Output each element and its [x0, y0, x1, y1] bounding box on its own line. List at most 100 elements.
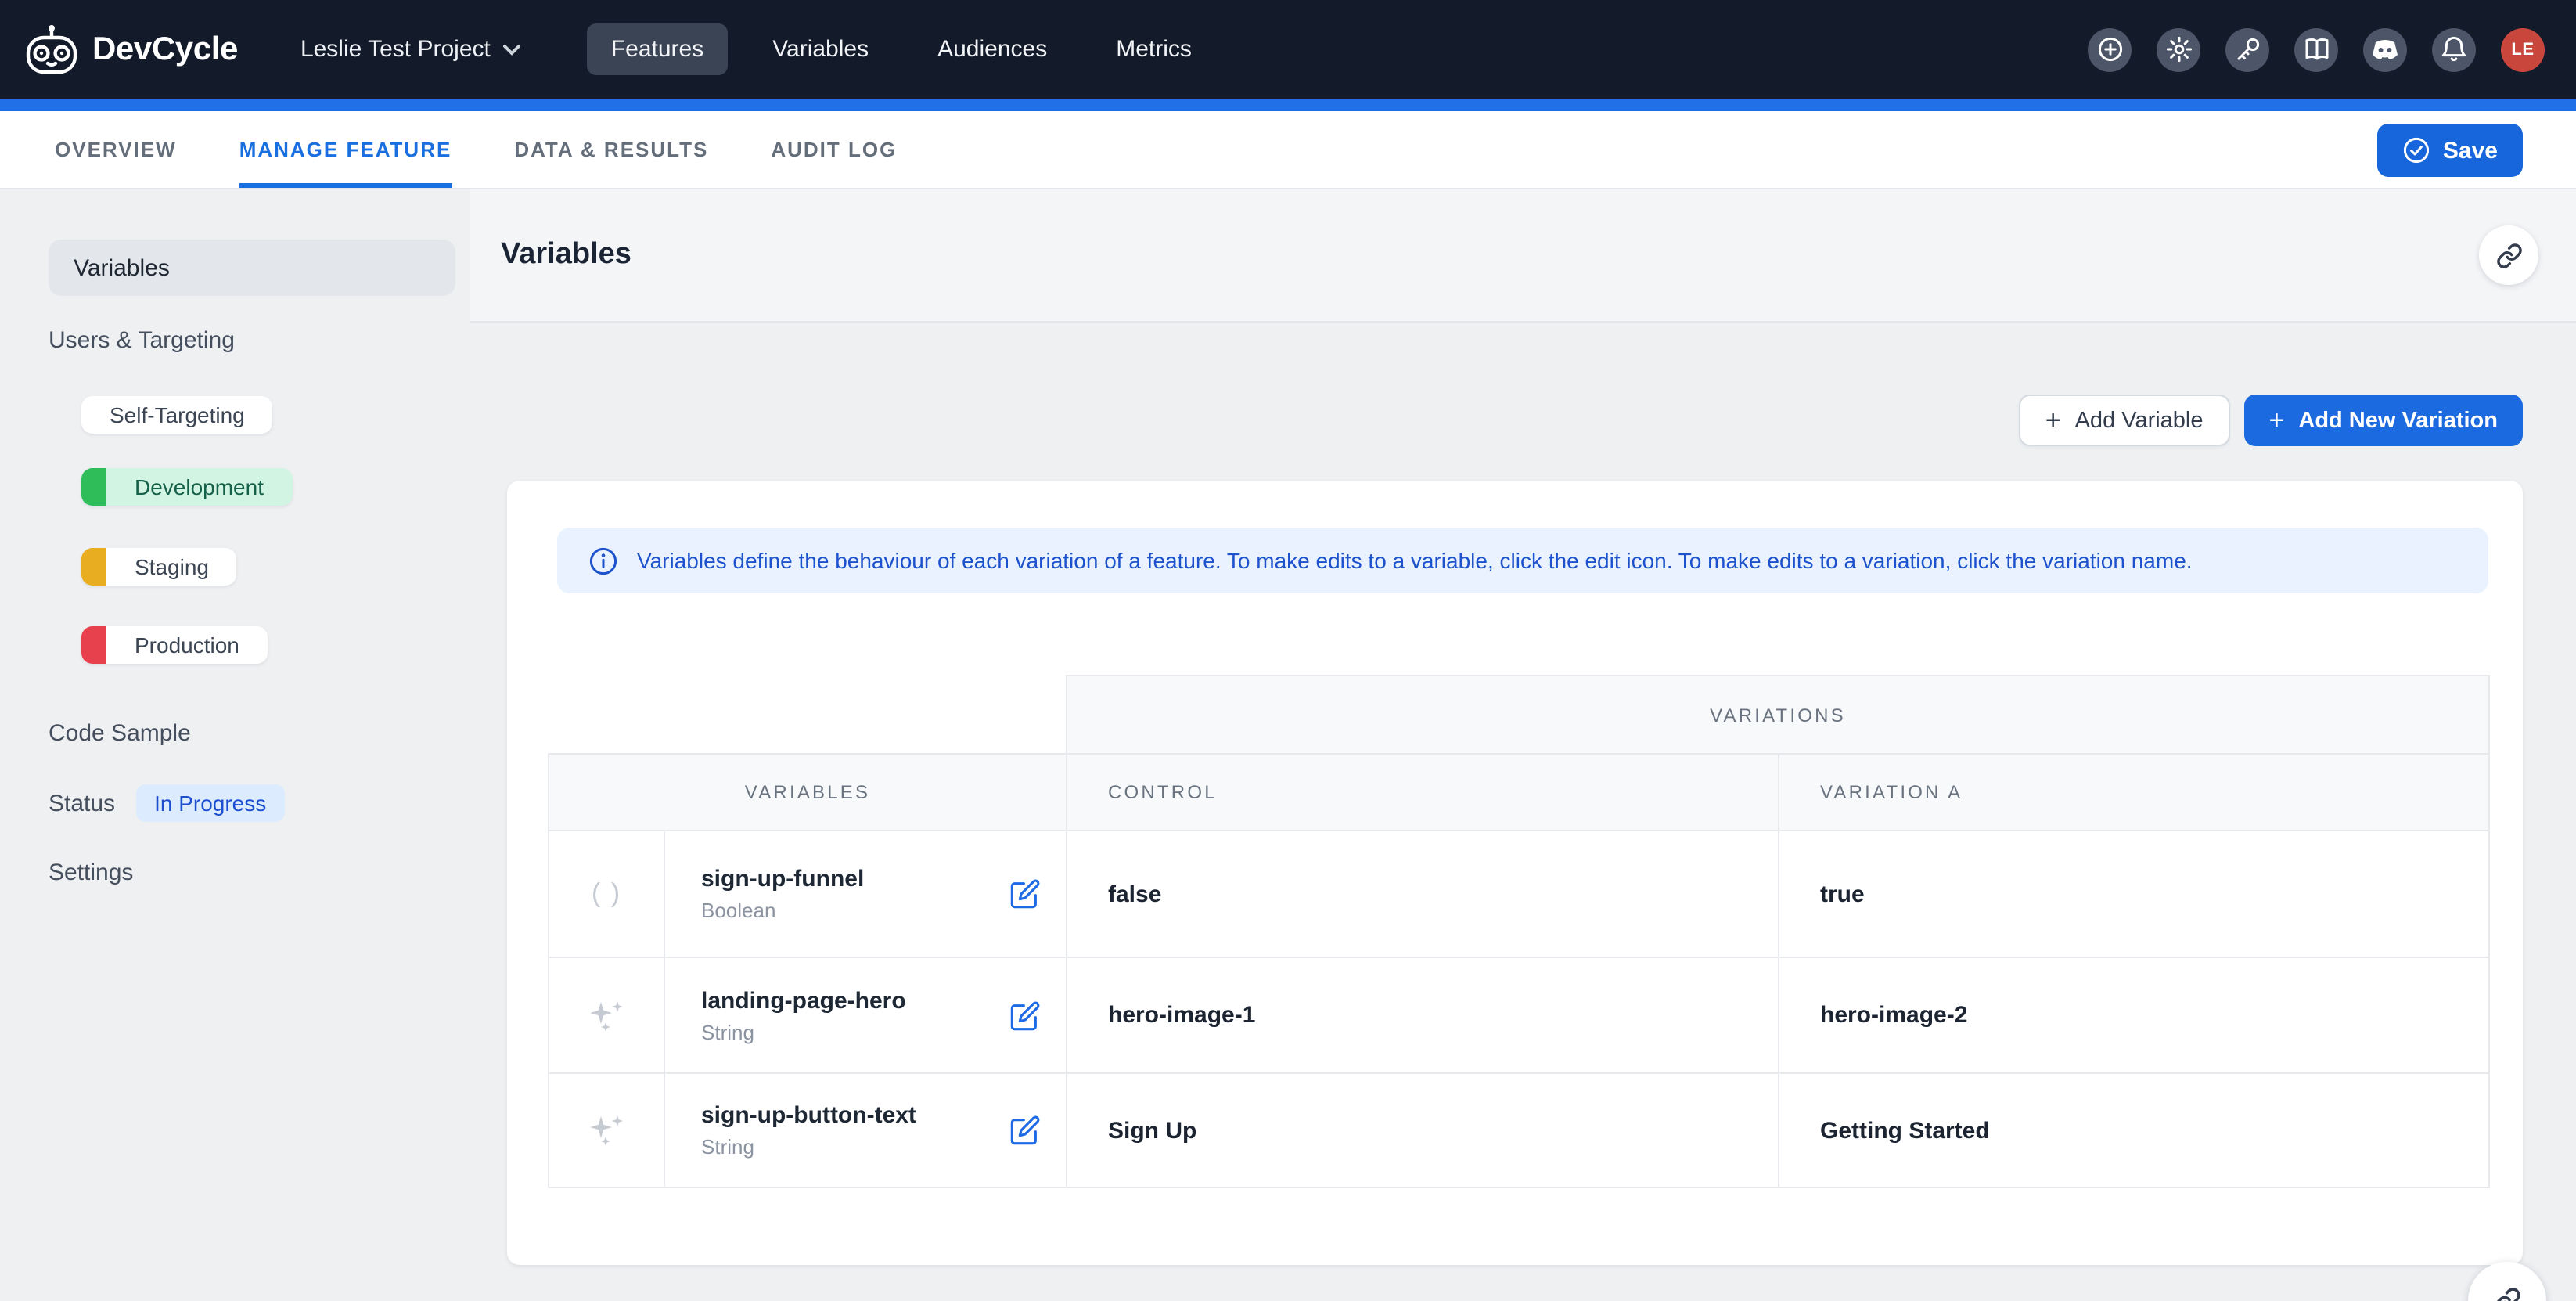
- variation-a-value[interactable]: true: [1778, 831, 2490, 957]
- status-row: Status In Progress: [49, 784, 470, 822]
- info-icon: [588, 546, 618, 575]
- plus-circle-icon: [2096, 36, 2123, 63]
- control-value[interactable]: hero-image-1: [1066, 958, 1778, 1072]
- edit-variable-button[interactable]: [1003, 872, 1047, 916]
- discord-button[interactable]: [2363, 27, 2407, 71]
- edit-pencil-icon: [1009, 1000, 1041, 1031]
- nav-item-audiences[interactable]: Audiences: [914, 23, 1070, 75]
- string-type-icon: [548, 958, 664, 1072]
- edit-pencil-icon: [1009, 878, 1041, 910]
- nav-item-variables[interactable]: Variables: [749, 23, 892, 75]
- devcycle-app: DevCycle Leslie Test Project Features Va…: [0, 0, 2576, 1301]
- string-type-icon: [548, 1074, 664, 1187]
- variations-header-row: VARIATIONS: [548, 675, 2490, 753]
- edit-variable-button[interactable]: [1003, 993, 1047, 1037]
- content-area: Variables Users & Targeting Self-Targeti…: [0, 189, 2576, 1301]
- status-badge[interactable]: In Progress: [135, 784, 285, 822]
- variations-group-header: VARIATIONS: [1066, 675, 2490, 753]
- sidebar-item-production[interactable]: Production: [81, 626, 268, 664]
- link-icon: [2495, 242, 2522, 268]
- save-button-label: Save: [2443, 137, 2498, 164]
- project-selector[interactable]: Leslie Test Project: [300, 36, 522, 63]
- top-nav: DevCycle Leslie Test Project Features Va…: [0, 0, 2576, 99]
- nav-item-metrics[interactable]: Metrics: [1092, 23, 1215, 75]
- table-row: ( ) sign-up-funnel Boolean false true: [548, 831, 2490, 958]
- copy-section-link-button[interactable]: [2479, 225, 2538, 285]
- robot-logo-icon: [25, 23, 78, 75]
- environment-label: Development: [106, 468, 292, 506]
- tab-data-results[interactable]: DATA & RESULTS: [514, 111, 708, 188]
- sidebar-item-self-targeting[interactable]: Self-Targeting: [81, 396, 273, 434]
- tab-audit-log[interactable]: AUDIT LOG: [771, 111, 897, 188]
- tab-overview[interactable]: OVERVIEW: [55, 111, 177, 188]
- sidebar-item-code-sample[interactable]: Code Sample: [49, 720, 470, 747]
- api-keys-button[interactable]: [2225, 27, 2269, 71]
- add-new-variation-label: Add New Variation: [2298, 408, 2498, 433]
- control-value[interactable]: Sign Up: [1066, 1074, 1778, 1187]
- variable-type: Boolean: [701, 899, 775, 922]
- docs-button[interactable]: [2294, 27, 2338, 71]
- link-icon: [2493, 1287, 2521, 1301]
- create-button[interactable]: [2088, 27, 2132, 71]
- environment-label: Self-Targeting: [81, 396, 273, 434]
- bell-icon: [2441, 36, 2466, 63]
- primary-nav-menu: Features Variables Audiences Metrics: [588, 23, 1215, 75]
- copy-section-link-button-bottom[interactable]: [2468, 1262, 2546, 1301]
- brand-wordmark: DevCycle: [92, 31, 238, 68]
- production-color-bar: [81, 626, 106, 664]
- chevron-down-icon: [503, 43, 522, 56]
- table-row: landing-page-hero String hero-image-1 he…: [548, 958, 2490, 1074]
- sidebar-item-staging[interactable]: Staging: [81, 548, 237, 586]
- add-variable-button[interactable]: + Add Variable: [2019, 395, 2230, 446]
- table-corner-spacer: [548, 675, 1066, 753]
- plus-icon: +: [2045, 407, 2061, 434]
- project-selector-label: Leslie Test Project: [300, 36, 491, 63]
- sidebar-item-settings[interactable]: Settings: [49, 860, 470, 886]
- add-variable-label: Add Variable: [2075, 408, 2204, 433]
- table-row: sign-up-button-text String Sign Up Getti…: [548, 1074, 2490, 1188]
- save-button[interactable]: Save: [2377, 124, 2523, 177]
- add-new-variation-button[interactable]: + Add New Variation: [2244, 395, 2524, 446]
- environment-label: Production: [106, 626, 268, 664]
- variable-name[interactable]: landing-page-hero: [701, 987, 906, 1014]
- variable-name[interactable]: sign-up-button-text: [701, 1102, 916, 1129]
- control-value[interactable]: false: [1066, 831, 1778, 957]
- sidebar-item-development[interactable]: Development: [81, 468, 292, 506]
- feature-tab-bar: OVERVIEW MANAGE FEATURE DATA & RESULTS A…: [0, 111, 2576, 189]
- edit-pencil-icon: [1009, 1115, 1041, 1146]
- devcycle-logo[interactable]: DevCycle: [25, 23, 238, 75]
- main-panel: Variables + Add Variable +: [470, 189, 2576, 1301]
- feature-sidebar: Variables Users & Targeting Self-Targeti…: [0, 189, 470, 1301]
- variable-name[interactable]: sign-up-funnel: [701, 866, 864, 892]
- development-color-bar: [81, 468, 106, 506]
- environment-label: Staging: [106, 548, 237, 586]
- sidebar-item-users-targeting[interactable]: Users & Targeting: [49, 327, 470, 354]
- column-header-row: VARIABLES CONTROL VARIATION A: [548, 753, 2490, 831]
- variable-name-cell: sign-up-button-text String: [664, 1074, 1066, 1187]
- status-label[interactable]: Status: [49, 790, 115, 816]
- tab-manage-feature[interactable]: MANAGE FEATURE: [239, 111, 452, 188]
- accent-progress-bar: [0, 99, 2576, 111]
- page-title: Variables: [501, 238, 631, 272]
- edit-variable-button[interactable]: [1003, 1108, 1047, 1152]
- variation-a-value[interactable]: hero-image-2: [1778, 958, 2490, 1072]
- gear-icon: [2165, 36, 2192, 63]
- settings-button[interactable]: [2157, 27, 2200, 71]
- variation-a-value[interactable]: Getting Started: [1778, 1074, 2490, 1187]
- variation-a-column-header: VARIATION A: [1778, 753, 2490, 831]
- staging-color-bar: [81, 548, 106, 586]
- variable-name-cell: landing-page-hero String: [664, 958, 1066, 1072]
- nav-item-features[interactable]: Features: [588, 23, 727, 75]
- key-icon: [2234, 36, 2261, 63]
- control-column-header: CONTROL: [1066, 753, 1778, 831]
- environment-list: Self-Targeting Development Staging: [81, 354, 470, 672]
- variable-type: String: [701, 1135, 754, 1159]
- check-circle-icon: [2402, 136, 2430, 164]
- book-icon: [2303, 38, 2330, 61]
- sidebar-item-variables[interactable]: Variables: [49, 240, 455, 296]
- variables-card: Variables define the behaviour of each v…: [507, 481, 2523, 1265]
- user-avatar[interactable]: LE: [2501, 27, 2545, 71]
- notifications-button[interactable]: [2432, 27, 2476, 71]
- plus-icon: +: [2269, 407, 2285, 434]
- variables-table: VARIATIONS VARIABLES CONTROL VARIATION A…: [548, 675, 2490, 1188]
